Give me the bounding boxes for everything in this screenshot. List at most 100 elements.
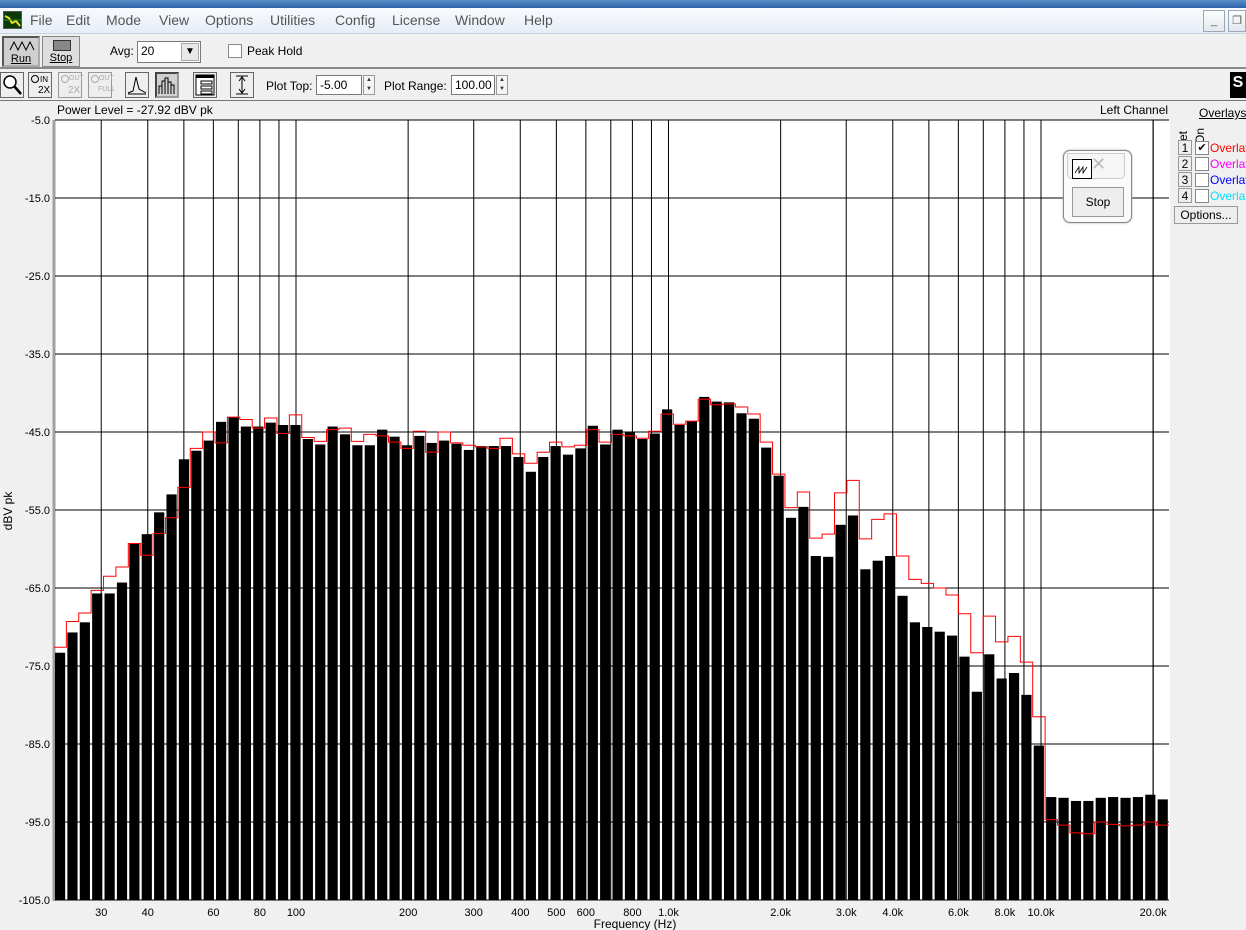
spectrum-bar (612, 429, 623, 900)
spectrum-bar (1021, 694, 1032, 900)
mini-stop-button[interactable]: Stop (1072, 187, 1124, 217)
spectrum-bar (723, 402, 735, 900)
menu-view[interactable]: View (159, 12, 189, 28)
spectrum-bar (1120, 797, 1131, 900)
spectrum-bar (872, 560, 883, 900)
y-tick-label: -5.0 (31, 115, 50, 127)
x-tick-label: 10.0k (1028, 907, 1055, 919)
display-settings-button[interactable] (193, 72, 217, 98)
overlay-on-checkbox[interactable] (1195, 173, 1209, 187)
plot-range-label: Plot Range: (384, 79, 447, 93)
overlay-set-button[interactable]: 1 (1178, 140, 1192, 155)
spectrum-bar (662, 409, 673, 900)
zoom-in-text: IN (40, 75, 48, 84)
spectrum-bar (154, 512, 165, 900)
spectrum-bar (92, 593, 103, 900)
zoom-out-text: OUT (69, 75, 84, 82)
overlay-label[interactable]: Overlay (1210, 173, 1246, 187)
overlay-set-button[interactable]: 2 (1178, 156, 1192, 171)
spectrum-bar (736, 413, 747, 900)
y-tick-label: -55.0 (25, 505, 50, 517)
mini-control-window: ✕ Stop (1063, 150, 1132, 223)
spectrum-bar (1058, 797, 1069, 900)
menu-utilities[interactable]: Utilities (270, 12, 315, 28)
zoom-out-full-button[interactable]: OUT FULL (88, 72, 115, 98)
spectrum-bar (1008, 673, 1020, 900)
spectrum-bar (302, 439, 313, 900)
overlay-label[interactable]: Overlay (1210, 189, 1246, 203)
menu-config[interactable]: Config (335, 12, 375, 28)
menu-license[interactable]: License (392, 12, 440, 28)
spectrum-bar (67, 632, 78, 900)
zoom-out-2x-button[interactable]: OUT 2X (58, 72, 84, 98)
peak-hold-checkbox[interactable] (228, 44, 242, 58)
line-plot-button[interactable] (125, 72, 149, 98)
plot-top-spinner[interactable]: ▲ ▼ (363, 75, 375, 95)
x-tick-label: 500 (547, 907, 565, 919)
x-tick-label: 6.0k (948, 907, 969, 919)
zoom-in-2x-button[interactable]: IN 2X (28, 72, 52, 98)
close-icon[interactable]: ✕ (1091, 154, 1106, 175)
menu-edit[interactable]: Edit (66, 12, 90, 28)
spectrum-bar (401, 445, 413, 900)
y-tick-label: -75.0 (25, 661, 50, 673)
zoom-button[interactable] (0, 72, 24, 98)
spectrum-bar (897, 595, 908, 900)
spectrum-bar (290, 424, 301, 900)
spectrum-bar (129, 543, 140, 900)
overlays-title[interactable]: Overlays (1199, 106, 1246, 120)
x-tick-label: 80 (254, 907, 266, 919)
menu-file[interactable]: File (30, 12, 53, 28)
menu-mode[interactable]: Mode (106, 12, 141, 28)
menu-window[interactable]: Window (455, 12, 505, 28)
y-tick-label: -95.0 (25, 817, 50, 829)
zoom-out-factor: 2X (68, 85, 81, 96)
run-button[interactable]: Run (2, 36, 40, 67)
restore-button[interactable]: ❐ (1228, 10, 1246, 32)
spectrum-bar (922, 627, 933, 900)
spectrum-bar (253, 426, 264, 900)
spectrum-bar (624, 432, 636, 900)
y-tick-label: -105.0 (19, 895, 50, 907)
overlay-options-button[interactable]: Options... (1174, 206, 1238, 224)
spectrum-bar (810, 556, 821, 900)
magnifier-icon (31, 75, 39, 83)
minimize-button[interactable]: _ (1203, 10, 1225, 32)
spectrum-bar (575, 448, 586, 900)
overlay-set-button[interactable]: 3 (1178, 172, 1192, 187)
spectrum-bar (389, 436, 400, 900)
s-toolbar-icon[interactable]: S (1230, 72, 1246, 98)
plot-top-input[interactable]: -5.00 (316, 75, 362, 95)
x-tick-label: 8.0k (995, 907, 1016, 919)
spectrum-bar (79, 622, 90, 900)
y-axis-label: dBV pk (1, 491, 15, 531)
plot-range-spinner[interactable]: ▲ ▼ (496, 75, 508, 95)
spectrum-bar (860, 569, 871, 900)
overlay-set-button[interactable]: 4 (1178, 188, 1192, 203)
y-tick-label: -65.0 (25, 583, 50, 595)
overlay-label[interactable]: Overlay (1210, 141, 1246, 155)
menu-help[interactable]: Help (524, 12, 553, 28)
avg-select[interactable]: 20 ▼ (137, 41, 201, 63)
x-tick-label: 600 (577, 907, 595, 919)
stop-button[interactable]: Stop (42, 36, 80, 67)
bar-plot-button[interactable] (155, 72, 179, 98)
overlay-on-checkbox[interactable]: ✔ (1195, 141, 1209, 155)
y-tick-label: -45.0 (25, 427, 50, 439)
zoom-full-text: OUT (99, 75, 114, 82)
app-icon[interactable] (3, 11, 22, 29)
overlay-on-checkbox[interactable] (1195, 157, 1209, 171)
spectrum-bar (674, 424, 685, 900)
scale-button[interactable] (230, 72, 254, 98)
menu-options[interactable]: Options (205, 12, 253, 28)
overlay-row: 2 Overlay (1178, 156, 1246, 172)
spectrum-bar (352, 445, 363, 900)
spectrum-bar (525, 471, 536, 900)
overlay-on-checkbox[interactable] (1195, 189, 1209, 203)
overlay-label[interactable]: Overlay (1210, 157, 1246, 171)
chevron-down-icon[interactable]: ▼ (181, 43, 199, 61)
y-tick-label: -85.0 (25, 739, 50, 751)
plot-range-input[interactable]: 100.00 (451, 75, 495, 95)
spectrum-bar (104, 593, 115, 900)
peak-hold-label: Peak Hold (247, 44, 303, 58)
